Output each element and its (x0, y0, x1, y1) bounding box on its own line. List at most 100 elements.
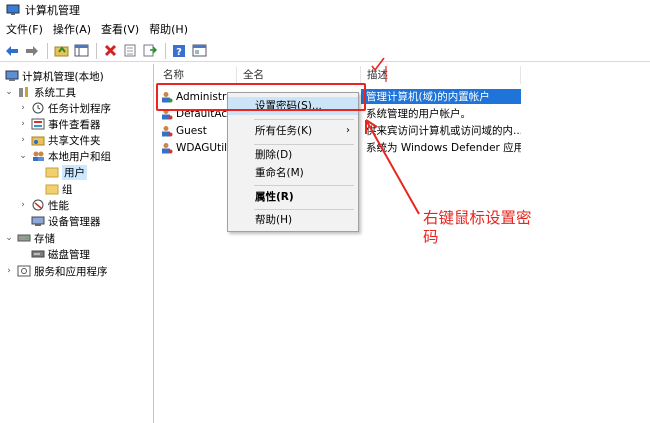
show-tree-icon (74, 44, 88, 57)
tree-item-label: 共享文件夹 (48, 134, 101, 147)
chevron-right-icon[interactable]: › (18, 119, 28, 129)
export-icon (143, 44, 157, 57)
menu-file[interactable]: 文件(F) (0, 21, 48, 39)
disk-icon (31, 250, 45, 258)
folder-icon (45, 167, 59, 178)
annotation-text: 右键鼠标设置密码 (423, 209, 532, 246)
tree-item-label: 组 (62, 183, 73, 196)
tree-item-label: 磁盘管理 (48, 248, 90, 261)
chevron-right-icon[interactable]: › (18, 135, 28, 145)
show-tree-button[interactable] (72, 42, 90, 60)
user-description: 管理计算机(域)的内置帐户 (361, 89, 521, 104)
tree-item-computer-management[interactable]: 计算机管理(本地) (2, 68, 104, 84)
tree-item-groups[interactable]: 组 (32, 181, 73, 197)
performance-icon (32, 199, 44, 211)
user-name: Guest (176, 124, 207, 137)
menu-item-rename[interactable]: 重命名(M) (228, 164, 358, 182)
services-icon (17, 265, 31, 277)
tree-item-event-viewer[interactable]: › 事件查看器 (18, 116, 101, 132)
help-icon: ? (173, 44, 185, 58)
clock-icon (32, 102, 44, 114)
tree-item-label: 系统工具 (34, 86, 76, 99)
back-button[interactable] (3, 42, 21, 60)
menu-item-label: 所有任务(K) (255, 125, 313, 137)
help-button[interactable]: ? (170, 42, 188, 60)
tree-item-label: 事件查看器 (48, 118, 101, 131)
tree-item-label: 存储 (34, 232, 55, 245)
menu-separator (254, 185, 354, 186)
chevron-down-icon[interactable]: ⌄ (18, 151, 28, 161)
tree-item-label: 任务计划程序 (48, 102, 111, 115)
forward-button[interactable] (23, 42, 41, 60)
computer-icon (5, 70, 19, 81)
menu-item-all-tasks[interactable]: 所有任务(K) › (228, 122, 358, 140)
menu-item-delete[interactable]: 删除(D) (228, 146, 358, 164)
tree-item-users[interactable]: 用户 (32, 164, 87, 180)
title-bar: 计算机管理 (0, 0, 650, 20)
tree-item-system-tools[interactable]: ⌄ 系统工具 (4, 84, 76, 100)
toolbar-separator (165, 42, 166, 59)
user-description: 系统管理的用户帐户。 (366, 108, 471, 120)
tree-item-label: 计算机管理(本地) (22, 70, 104, 83)
chevron-right-icon[interactable]: › (4, 266, 14, 276)
tree-item-local-users-groups[interactable]: ⌄ 本地用户和组 (18, 148, 111, 164)
context-menu: 设置密码(S)... 所有任务(K) › 删除(D) 重命名(M) 属性(R) … (227, 92, 359, 232)
window-title: 计算机管理 (25, 4, 80, 17)
up-folder-icon (54, 46, 68, 57)
tree-item-disk-management[interactable]: 磁盘管理 (18, 246, 90, 262)
chevron-right-icon[interactable]: › (18, 103, 28, 113)
computer-management-icon (6, 4, 20, 15)
menu-item-properties[interactable]: 属性(R) (228, 188, 358, 206)
menu-separator (254, 119, 354, 120)
user-icon (162, 142, 173, 153)
user-name: WDAGUtili (176, 141, 230, 154)
view-icon (192, 44, 206, 57)
back-icon (6, 45, 18, 56)
tree-item-shared-folders[interactable]: › 共享文件夹 (18, 132, 101, 148)
delete-icon (104, 44, 116, 57)
chevron-down-icon[interactable]: ⌄ (4, 87, 14, 97)
svg-text:?: ? (176, 47, 182, 58)
navigation-tree: 计算机管理(本地) ⌄ 系统工具 › 任务计划程序 › 事件查看器 › 共享文件… (0, 64, 154, 423)
menu-action[interactable]: 操作(A) (48, 21, 96, 39)
tree-item-task-scheduler[interactable]: › 任务计划程序 (18, 100, 111, 116)
chevron-right-icon[interactable]: › (18, 200, 28, 210)
tree-item-storage[interactable]: ⌄ 存储 (4, 230, 55, 246)
delete-button[interactable] (101, 42, 119, 60)
menu-help[interactable]: 帮助(H) (144, 21, 193, 39)
up-folder-button[interactable] (52, 42, 70, 60)
tree-item-label: 性能 (48, 199, 69, 212)
tree-item-performance[interactable]: › 性能 (18, 197, 69, 213)
tree-item-services-apps[interactable]: › 服务和应用程序 (4, 263, 108, 279)
forward-icon (26, 45, 38, 56)
annotation-highlight-box (156, 83, 366, 111)
toolbar-separator (96, 42, 97, 59)
storage-icon (17, 234, 31, 242)
column-header-description[interactable]: 描述 (361, 66, 521, 84)
menu-separator (254, 144, 354, 145)
device-manager-icon (31, 216, 45, 226)
list-header: 名称 全名 描述 (157, 66, 650, 84)
chevron-down-icon[interactable]: ⌄ (4, 233, 14, 243)
menu-view[interactable]: 查看(V) (96, 21, 144, 39)
chevron-right-icon: › (346, 125, 350, 136)
column-header-full-name[interactable]: 全名 (237, 66, 361, 84)
folder-icon (45, 184, 59, 195)
shared-folder-icon (31, 136, 45, 146)
users-groups-icon (33, 151, 44, 161)
toolbar-separator (47, 42, 48, 59)
tree-item-label: 服务和应用程序 (34, 265, 108, 278)
toolbar: ? (0, 40, 650, 62)
view-button[interactable] (190, 42, 208, 60)
user-icon (162, 125, 173, 136)
column-header-name[interactable]: 名称 (157, 66, 237, 84)
tree-item-label: 设备管理器 (48, 215, 101, 228)
properties-icon (124, 44, 136, 57)
export-button[interactable] (141, 42, 159, 60)
tools-icon (19, 87, 28, 97)
properties-button[interactable] (121, 42, 139, 60)
menu-separator (254, 209, 354, 210)
menu-item-help[interactable]: 帮助(H) (228, 211, 358, 229)
user-description: 系统为 Windows Defender 应用... (366, 142, 521, 154)
tree-item-device-manager[interactable]: 设备管理器 (18, 213, 101, 229)
